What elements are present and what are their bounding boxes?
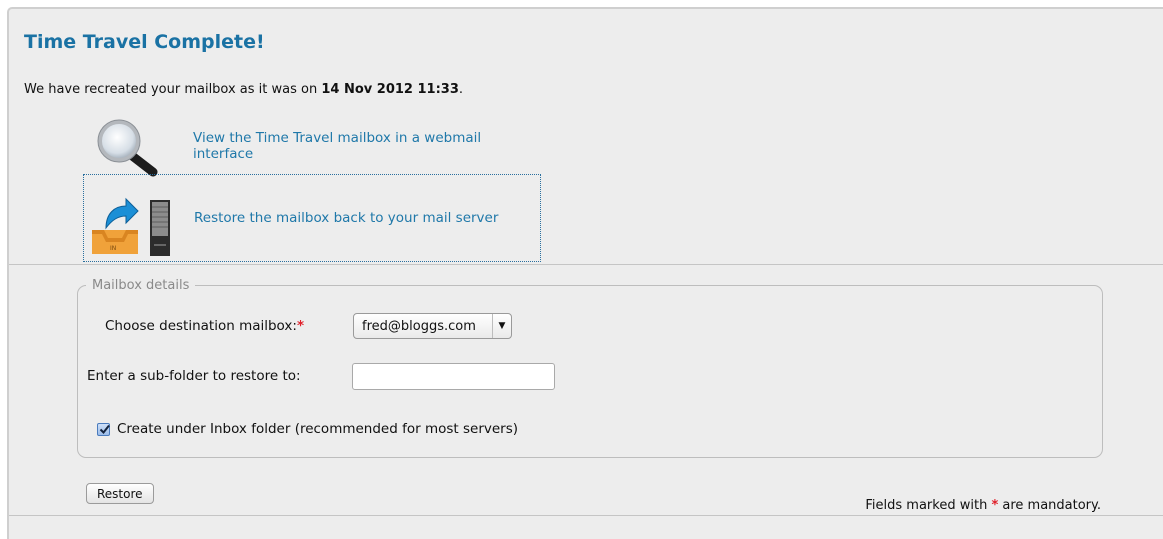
restore-to-server-link[interactable]: IN Restore the mailbox back to your mail… (83, 174, 541, 262)
subfolder-label: Enter a sub-folder to restore to: (87, 368, 301, 384)
mandatory-note-suffix: are mandatory. (998, 498, 1101, 513)
svg-text:IN: IN (110, 245, 116, 252)
mandatory-note-prefix: Fields marked with (865, 498, 992, 513)
bottom-divider (9, 515, 1163, 516)
destination-mailbox-value: fred@bloggs.com (362, 318, 476, 334)
intro-prefix: We have recreated your mailbox as it was… (24, 82, 322, 97)
required-marker: * (296, 318, 305, 334)
intro-text: We have recreated your mailbox as it was… (24, 82, 463, 97)
inbox-folder-checkbox-label: Create under Inbox folder (recommended f… (117, 421, 519, 437)
destination-mailbox-select[interactable]: fred@bloggs.com ▼ (353, 313, 512, 339)
page-title: Time Travel Complete! (24, 31, 265, 53)
subfolder-input[interactable] (352, 363, 555, 390)
time-travel-panel: Time Travel Complete! We have recreated … (7, 7, 1163, 539)
section-divider (9, 264, 1163, 265)
destination-mailbox-label-text: Choose destination mailbox: (105, 318, 297, 334)
destination-mailbox-label: Choose destination mailbox:* (105, 318, 304, 334)
restore-to-server-label: Restore the mailbox back to your mail se… (194, 210, 499, 226)
intro-date: 14 Nov 2012 11:33 (321, 82, 459, 97)
restore-button[interactable]: Restore (86, 483, 154, 504)
mailbox-details-legend: Mailbox details (92, 278, 190, 293)
inbox-folder-checkbox[interactable] (97, 423, 110, 436)
restore-to-server-icon: IN (84, 178, 194, 258)
view-webmail-label: View the Time Travel mailbox in a webmai… (193, 130, 482, 162)
chevron-down-icon: ▼ (492, 314, 511, 338)
mandatory-note: Fields marked with * are mandatory. (865, 498, 1101, 513)
intro-suffix: . (458, 82, 464, 97)
checkmark-icon (99, 424, 110, 435)
mailbox-details-fieldset: Mailbox details Choose destination mailb… (77, 278, 1103, 458)
